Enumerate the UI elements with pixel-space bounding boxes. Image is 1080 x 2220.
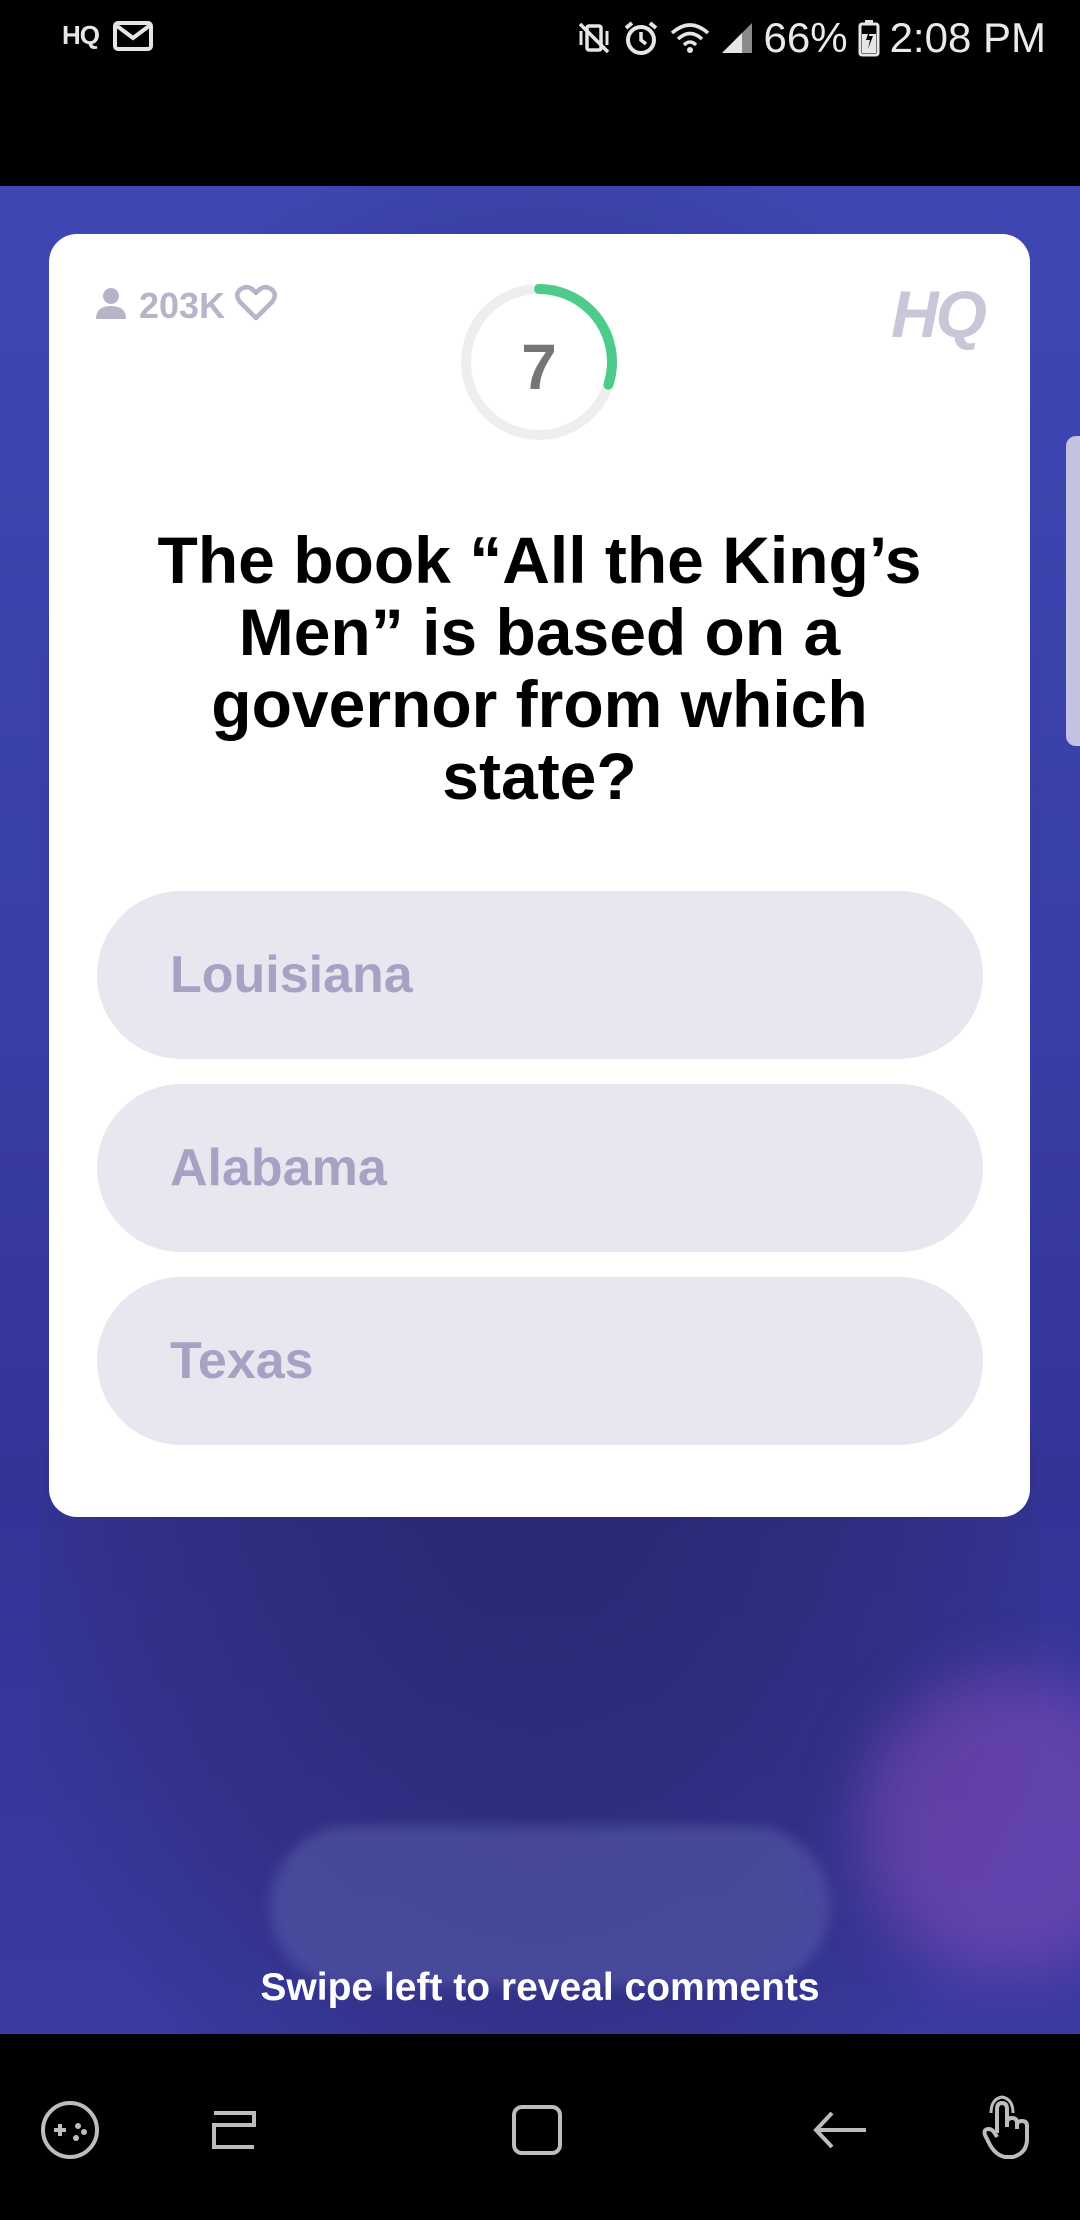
timer-seconds: 7 — [521, 331, 557, 403]
cell-signal-icon — [720, 21, 754, 55]
vibrate-mute-icon — [576, 20, 612, 56]
battery-charging-icon — [858, 19, 880, 57]
back-icon[interactable] — [800, 2090, 880, 2170]
clock: 2:08 PM — [889, 14, 1046, 61]
battery-percentage: 66% — [763, 14, 848, 61]
touch-gesture-icon[interactable] — [968, 2090, 1048, 2170]
question-card: 203K 7 HQ The book “All the King’s Men” … — [49, 234, 1030, 1517]
hq-logo: HQ — [891, 277, 987, 351]
answer-label: Louisiana — [170, 946, 413, 1004]
answer-option-alabama[interactable]: Alabama — [97, 1084, 983, 1252]
answer-label: Alabama — [170, 1139, 387, 1197]
navigation-bar — [0, 2034, 1080, 2220]
wifi-icon — [670, 21, 710, 55]
top-black-band — [0, 78, 1080, 186]
hq-notification-icon: HQ — [62, 20, 100, 50]
answer-option-louisiana[interactable]: Louisiana — [97, 891, 983, 1059]
answer-label: Texas — [170, 1332, 314, 1390]
recents-icon[interactable] — [194, 2090, 274, 2170]
edge-panel-handle[interactable] — [1066, 436, 1080, 746]
countdown-timer: 7 — [457, 280, 621, 444]
alarm-icon — [622, 19, 660, 57]
viewer-count-group: 203K — [93, 284, 278, 327]
host-hands — [270, 1826, 830, 1986]
game-tools-icon[interactable] — [30, 2090, 110, 2170]
home-icon[interactable] — [497, 2090, 577, 2170]
question-text: The book “All the King’s Men” is based o… — [157, 523, 922, 813]
person-icon — [93, 285, 129, 326]
viewer-count: 203K — [139, 284, 226, 326]
heart-icon[interactable] — [235, 284, 278, 327]
answer-option-texas[interactable]: Texas — [97, 1277, 983, 1445]
status-bar: HQ 66% 2:08 PM — [0, 0, 1080, 78]
mail-notification-icon — [113, 20, 153, 51]
swipe-hint: Swipe left to reveal comments — [260, 1966, 820, 2009]
